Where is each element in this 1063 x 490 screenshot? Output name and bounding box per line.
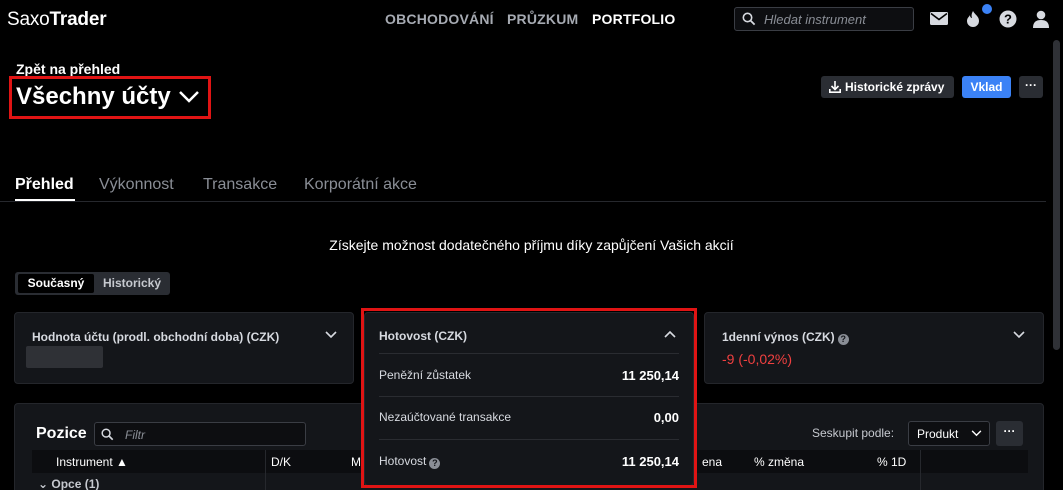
historical-reports-label: Historické zprávy: [845, 80, 945, 94]
chevron-down-icon[interactable]: [325, 331, 337, 339]
period-toggle: Současný Historický: [15, 272, 170, 295]
page-scrollbar[interactable]: [1053, 40, 1060, 350]
daily-return-card[interactable]: 1denní výnos (CZK)? -9 (-0,02%): [704, 312, 1044, 384]
user-profile-icon[interactable]: [1033, 10, 1049, 28]
divider: [379, 396, 679, 397]
cash-row-label: Peněžní zůstatek: [379, 368, 472, 382]
historical-reports-button[interactable]: Historické zprávy: [821, 76, 954, 98]
nav-pruzkum[interactable]: PRŮZKUM: [507, 11, 578, 27]
chevron-up-icon[interactable]: [664, 330, 676, 338]
column-header-cena[interactable]: ena: [702, 455, 722, 469]
column-header-m[interactable]: M: [351, 455, 361, 469]
nav-obchodovani[interactable]: OBCHODOVÁNÍ: [385, 11, 494, 27]
notification-badge: [982, 4, 992, 14]
cash-card-title: Hotovost (CZK): [379, 329, 467, 343]
tab-korporatni-akce[interactable]: Korporátní akce: [304, 176, 417, 194]
chevron-down-icon[interactable]: [1013, 331, 1025, 339]
notifications-icon[interactable]: [965, 10, 981, 28]
help-icon[interactable]: ?: [999, 10, 1017, 28]
chevron-down-icon: [971, 430, 982, 437]
tab-transakce[interactable]: Transakce: [203, 176, 277, 194]
positions-title: Pozice: [36, 425, 87, 442]
column-header-dk[interactable]: D/K: [271, 455, 291, 469]
search-icon: [742, 12, 756, 26]
deposit-button[interactable]: Vklad: [962, 76, 1011, 98]
daily-return-value: -9 (-0,02%): [722, 351, 793, 367]
cash-row-label: Hotovost?: [379, 454, 441, 469]
svg-text:?: ?: [1004, 12, 1012, 27]
search-icon: [101, 428, 114, 441]
cash-row-value: 0,00: [653, 410, 679, 425]
info-icon[interactable]: ?: [429, 458, 441, 469]
column-divider: [265, 450, 266, 490]
column-header-instrument[interactable]: Instrument ▲: [56, 455, 128, 469]
account-selector-title[interactable]: Všechny účty: [16, 83, 171, 111]
group-by-value: Produkt: [917, 427, 959, 441]
column-header-change-pct[interactable]: % změna: [754, 455, 804, 469]
divider: [379, 353, 679, 354]
column-divider: [920, 450, 921, 490]
chevron-down-icon[interactable]: [178, 90, 200, 103]
toggle-historical[interactable]: Historický: [96, 274, 168, 293]
back-to-overview-link[interactable]: Zpět na přehled: [16, 61, 120, 77]
tabs-divider: [0, 201, 1046, 202]
group-row-options[interactable]: ⌄ Opce (1): [38, 477, 99, 490]
download-icon: [829, 81, 841, 93]
filter-placeholder: Filtr: [125, 428, 145, 442]
mail-icon[interactable]: [930, 12, 948, 25]
account-value-title: Hodnota účtu (prodl. obchodní doba) (CZK…: [32, 330, 280, 344]
column-header-1d-pct[interactable]: % 1D: [877, 455, 906, 469]
cash-row-label: Nezaúčtované transakce: [379, 410, 512, 424]
toggle-current[interactable]: Současný: [18, 274, 94, 293]
info-icon[interactable]: ?: [837, 334, 849, 345]
securities-lending-promo-link[interactable]: Získejte možnost dodatečného příjmu díky…: [0, 237, 1063, 253]
nav-portfolio[interactable]: PORTFOLIO: [592, 11, 675, 27]
instrument-search-input[interactable]: Hledat instrument: [734, 7, 914, 31]
group-by-label: Seskupit podle:: [812, 426, 895, 440]
group-by-select[interactable]: Produkt: [908, 421, 990, 446]
tab-vykonnost[interactable]: Výkonnost: [99, 176, 174, 194]
top-nav-bar: SaxoTrader OBCHODOVÁNÍ PRŮZKUM PORTFOLIO…: [0, 0, 1063, 40]
saxotrader-logo[interactable]: SaxoTrader: [7, 9, 107, 31]
account-value-card[interactable]: Hodnota účtu (prodl. obchodní doba) (CZK…: [14, 312, 354, 384]
divider: [379, 439, 679, 440]
hidden-account-value: [26, 346, 103, 368]
positions-filter-input[interactable]: Filtr: [94, 422, 306, 446]
tab-prehled[interactable]: Přehled: [15, 176, 74, 194]
positions-more-button[interactable]: ···: [996, 421, 1023, 446]
cash-row-value: 11 250,14: [621, 454, 679, 469]
search-placeholder: Hledat instrument: [764, 12, 866, 27]
more-options-button[interactable]: ···: [1019, 76, 1043, 98]
cash-row-value: 11 250,14: [621, 368, 679, 383]
daily-return-title: 1denní výnos (CZK)?: [722, 330, 849, 345]
